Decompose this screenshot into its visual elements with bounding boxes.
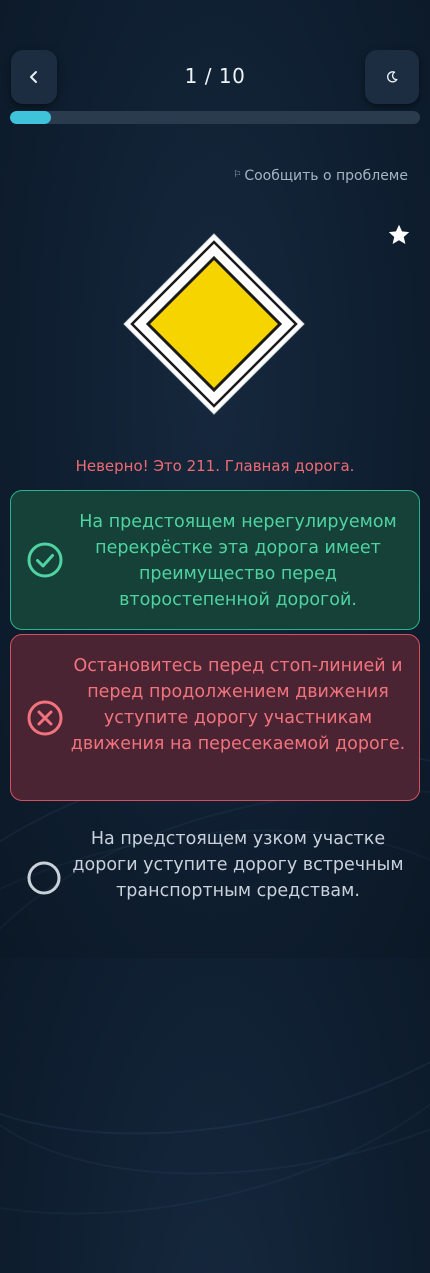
report-problem-label: Сообщить о проблеме	[244, 168, 408, 184]
main-road-sign	[123, 233, 305, 415]
theme-toggle-button[interactable]	[365, 50, 419, 104]
answer-feedback: Неверно! Это 211. Главная дорога.	[75, 457, 355, 475]
empty-circle-icon	[27, 861, 61, 895]
flag-icon: ⚐	[233, 170, 242, 180]
top-bar: 1 / 10	[0, 50, 430, 106]
answer-option-wrong[interactable]: Остановитесь перед стоп-линией и перед п…	[10, 634, 420, 801]
answer-option[interactable]: На предстоящем узком участке дороги усту…	[10, 812, 420, 947]
check-circle-icon	[27, 542, 63, 578]
answer-text: Остановитесь перед стоп-линией и перед п…	[70, 656, 406, 754]
favorite-button[interactable]	[386, 222, 412, 248]
report-problem-link[interactable]: ⚐ Сообщить о проблеме	[233, 168, 408, 184]
moon-icon	[386, 71, 398, 83]
answer-option-correct[interactable]: На предстоящем нерегулируемом перекрёстк…	[10, 490, 420, 630]
road-sign-image	[122, 232, 306, 416]
star-icon	[388, 224, 410, 244]
answer-text: На предстоящем узком участке дороги усту…	[72, 829, 404, 901]
progress-bar	[10, 111, 420, 124]
x-circle-icon	[27, 700, 63, 736]
answer-text: На предстоящем нерегулируемом перекрёстк…	[79, 512, 397, 610]
progress-bar-fill	[10, 111, 51, 124]
